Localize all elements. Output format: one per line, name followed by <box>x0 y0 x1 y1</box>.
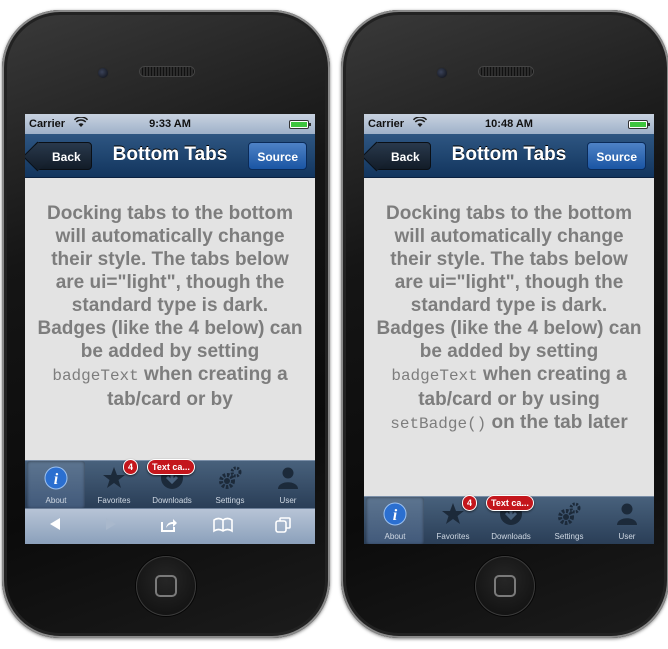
tab-bar: i About 4 Favorites Text ca... Downloads… <box>364 495 654 544</box>
gears-icon <box>219 466 242 489</box>
user-icon <box>278 467 298 489</box>
navigation-bar: Back Bottom Tabs Source <box>25 134 315 178</box>
badge-count: 4 <box>123 459 139 475</box>
tab-settings[interactable]: Settings <box>201 461 259 509</box>
home-button[interactable] <box>136 556 196 616</box>
tab-favorites[interactable]: 4 Favorites <box>85 459 143 509</box>
phone-right: Carrier 10:48 AM Back Bottom Tabs Source… <box>341 10 668 638</box>
badge-text: Text ca... <box>147 459 195 475</box>
tab-label: User <box>279 496 297 505</box>
tab-label: Favorites <box>97 496 131 505</box>
tab-label: Downloads <box>152 496 192 505</box>
status-bar: Carrier 9:33 AM <box>25 114 315 134</box>
content-part-1: Docking tabs to the bottom will automati… <box>37 203 303 362</box>
source-button[interactable]: Source <box>587 142 646 170</box>
navigation-bar: Back Bottom Tabs Source <box>364 134 654 178</box>
phone-left: Carrier 9:33 AM Back Bottom Tabs Source … <box>2 10 330 638</box>
tab-label: User <box>618 532 636 541</box>
user-icon <box>617 503 637 525</box>
clock: 9:33 AM <box>149 118 191 130</box>
tab-label: Downloads <box>491 532 531 541</box>
info-icon: i <box>44 466 68 490</box>
code-badge-text: badgeText <box>52 367 139 385</box>
tab-favorites[interactable]: 4 Favorites <box>424 495 482 544</box>
info-icon: i <box>383 502 407 526</box>
tab-settings[interactable]: Settings <box>540 497 598 544</box>
forward-arrow-icon[interactable] <box>99 517 123 537</box>
bookmarks-icon[interactable] <box>211 517 235 537</box>
tab-label: Settings <box>215 496 245 505</box>
tab-bar: i About 4 Favorites Text ca... Downloads… <box>25 459 315 509</box>
content-part-3: on the tab later <box>491 412 628 433</box>
back-arrow-icon[interactable] <box>43 517 67 537</box>
screen-left: Carrier 9:33 AM Back Bottom Tabs Source … <box>25 114 315 544</box>
clock: 10:48 AM <box>485 118 533 130</box>
front-camera <box>98 68 108 78</box>
tab-label: Favorites <box>436 532 470 541</box>
back-button[interactable]: Back <box>35 142 92 170</box>
tab-downloads[interactable]: Text ca... Downloads <box>482 495 540 544</box>
tab-label: About <box>45 496 67 505</box>
share-icon[interactable] <box>157 517 181 537</box>
svg-text:i: i <box>393 507 398 524</box>
content-text: Docking tabs to the bottom will automati… <box>364 178 654 544</box>
back-button[interactable]: Back <box>374 142 431 170</box>
tab-label: Settings <box>554 532 584 541</box>
tab-user[interactable]: User <box>259 461 315 509</box>
tab-about[interactable]: i About <box>366 497 424 544</box>
safari-toolbar <box>25 508 315 544</box>
battery-icon <box>289 120 311 129</box>
tab-label: About <box>384 532 406 541</box>
svg-text:i: i <box>54 471 59 488</box>
code-badge-text: badgeText <box>391 367 478 385</box>
badge-count: 4 <box>462 495 478 511</box>
earpiece-speaker <box>479 67 533 76</box>
badge-text: Text ca... <box>486 495 534 511</box>
tab-user[interactable]: User <box>598 497 654 544</box>
tabs-icon[interactable] <box>271 517 295 537</box>
gears-icon <box>558 502 581 525</box>
status-bar: Carrier 10:48 AM <box>364 114 654 134</box>
tab-about[interactable]: i About <box>27 461 85 509</box>
content-part-1: Docking tabs to the bottom will automati… <box>376 203 642 362</box>
tab-downloads[interactable]: Text ca... Downloads <box>143 459 201 509</box>
screen-right: Carrier 10:48 AM Back Bottom Tabs Source… <box>364 114 654 544</box>
battery-icon <box>628 120 650 129</box>
code-set-badge: setBadge() <box>390 415 487 433</box>
earpiece-speaker <box>140 67 194 76</box>
front-camera <box>437 68 447 78</box>
home-button[interactable] <box>475 556 535 616</box>
source-button[interactable]: Source <box>248 142 307 170</box>
